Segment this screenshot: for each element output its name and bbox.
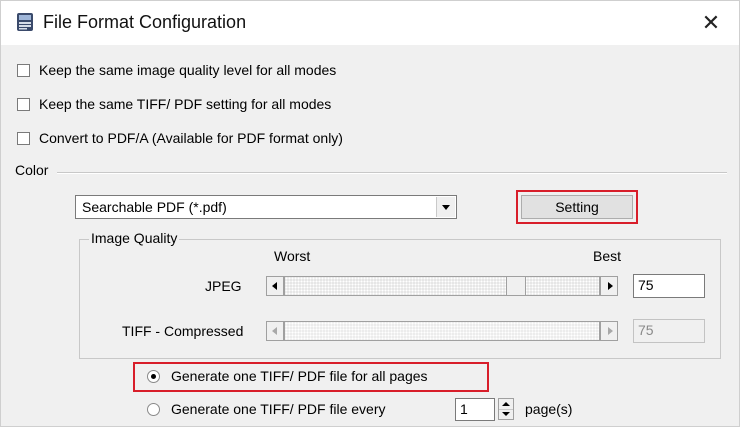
- generate-all-pages-label: Generate one TIFF/ PDF file for all page…: [171, 368, 428, 384]
- tiff-quality-slider: [284, 321, 600, 341]
- tiff-scroll-left-button: [266, 321, 284, 341]
- best-label: Best: [593, 248, 622, 264]
- color-divider: [57, 172, 727, 174]
- chevron-down-icon[interactable]: [436, 197, 455, 217]
- pages-count-input[interactable]: 1: [455, 398, 495, 421]
- pages-count-spinner[interactable]: [498, 398, 514, 420]
- keep-quality-checkbox[interactable]: [17, 64, 30, 77]
- jpeg-scroll-right-button[interactable]: [600, 276, 618, 296]
- tiff-quality-input: 75: [633, 319, 705, 343]
- app-icon: [15, 12, 35, 32]
- jpeg-slider-thumb[interactable]: [506, 276, 526, 296]
- tiff-scroll-right-button: [600, 321, 618, 341]
- title-bar: File Format Configuration ✕: [1, 1, 739, 45]
- tiff-label: TIFF - Compressed: [122, 323, 244, 339]
- dialog-content: Keep the same image quality level for al…: [1, 45, 739, 426]
- dialog-title: File Format Configuration: [43, 12, 247, 32]
- color-section-label: Color: [15, 162, 49, 178]
- pages-suffix-label: page(s): [525, 401, 573, 417]
- generate-every-label: Generate one TIFF/ PDF file every: [171, 401, 386, 417]
- jpeg-quality-slider[interactable]: [284, 276, 600, 296]
- format-select-value: Searchable PDF (*.pdf): [82, 199, 227, 215]
- image-quality-label: Image Quality: [89, 230, 180, 246]
- setting-highlight-box: [516, 190, 638, 224]
- jpeg-quality-input[interactable]: 75: [633, 274, 705, 298]
- close-icon[interactable]: ✕: [697, 9, 725, 37]
- jpeg-scroll-left-button[interactable]: [266, 276, 284, 296]
- keep-tiff-pdf-checkbox[interactable]: [17, 98, 30, 111]
- worst-label: Worst: [274, 248, 311, 264]
- keep-quality-label: Keep the same image quality level for al…: [39, 62, 337, 78]
- file-format-dialog: File Format Configuration ✕ Keep the sam…: [0, 0, 740, 427]
- generate-all-pages-radio[interactable]: [147, 370, 160, 383]
- keep-tiff-pdf-label: Keep the same TIFF/ PDF setting for all …: [39, 96, 332, 112]
- generate-every-radio[interactable]: [147, 403, 160, 416]
- image-quality-group: [79, 239, 721, 359]
- jpeg-label: JPEG: [205, 278, 242, 294]
- convert-pdfa-label: Convert to PDF/A (Available for PDF form…: [39, 130, 343, 146]
- format-select[interactable]: Searchable PDF (*.pdf): [75, 195, 457, 219]
- convert-pdfa-checkbox[interactable]: [17, 132, 30, 145]
